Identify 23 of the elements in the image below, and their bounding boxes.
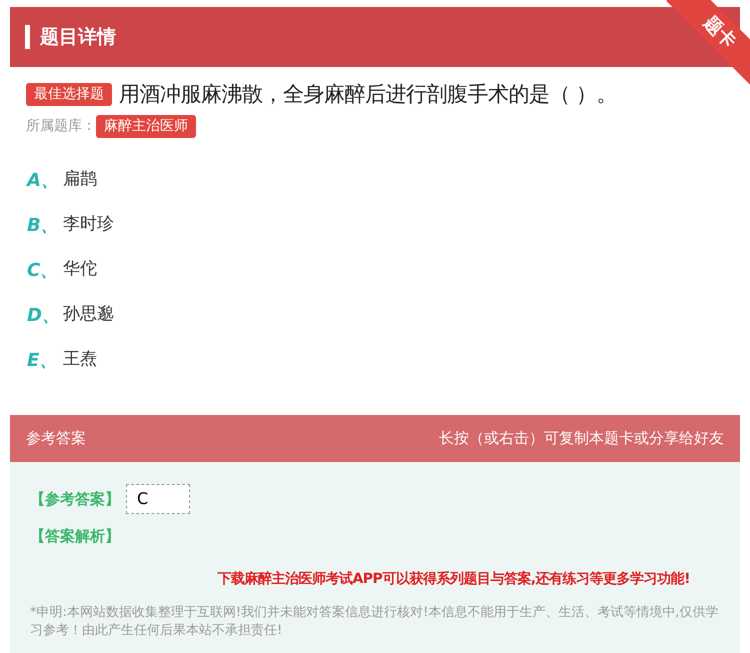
option-text: 华佗 <box>63 258 97 282</box>
option-text: 孙思邈 <box>63 303 114 326</box>
option-letter: C、 <box>27 258 60 282</box>
header-title: 题目详情 <box>40 24 116 50</box>
header-accent <box>25 25 30 49</box>
disclaimer: *申明:本网站数据收集整理于互联网!我们并未能对答案信息进行核对!本信息不能用于生产、生活、考试等情境中,仅供学习参考！由此产生任何后果本站不承担责任! <box>30 604 720 640</box>
answer-value: C <box>126 484 190 514</box>
option-letter: E、 <box>27 348 58 372</box>
bank-label: 所属题库： <box>26 116 96 136</box>
bank-tag[interactable]: 麻醉主治医师 <box>96 114 196 138</box>
answer-label: 【参考答案】 <box>30 488 120 510</box>
promo-text: 下载麻醉主治医师考试APP可以获得系列题目与答案,还有练习等更多学习功能! <box>217 571 690 587</box>
option-letter: A、 <box>27 168 60 192</box>
option-letter: B、 <box>27 214 60 238</box>
question-text: 用酒冲服麻沸散，全身麻醉后进行剖腹手术的是（ ）。 <box>119 81 618 108</box>
option-letter: D、 <box>27 304 61 328</box>
option-text: 扁鹊 <box>63 168 97 192</box>
analysis-label: 【答案解析】 <box>30 527 120 545</box>
share-hint: 长按（或右击）可复制本题卡或分享给好友 <box>439 428 724 450</box>
answer-section-title: 参考答案 <box>26 428 86 450</box>
option-text: 王焘 <box>63 348 97 372</box>
question-type-badge: 最佳选择题 <box>26 83 112 106</box>
option-text: 李时珍 <box>63 213 114 236</box>
